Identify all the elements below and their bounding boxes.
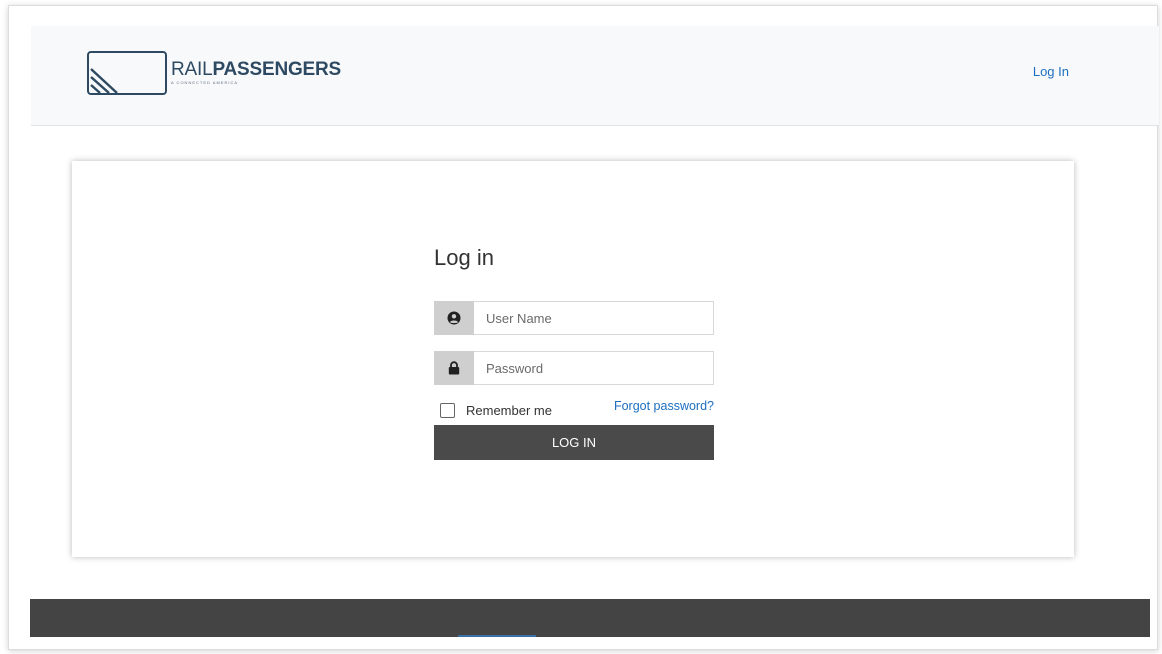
browser-frame: RAILPASSENGERS A CONNECTED AMERICA Log I… (8, 5, 1159, 650)
site-logo[interactable]: RAILPASSENGERS A CONNECTED AMERICA (87, 51, 341, 95)
password-input[interactable] (474, 351, 714, 385)
login-options: Remember me Forgot password? (434, 399, 714, 425)
username-input[interactable] (474, 301, 714, 335)
header-login-link[interactable]: Log In (1033, 64, 1069, 79)
login-button[interactable]: LOG IN (434, 425, 714, 460)
lock-icon (448, 361, 460, 375)
password-field (434, 351, 714, 385)
rail-logo-icon (87, 51, 167, 95)
site-header: RAILPASSENGERS A CONNECTED AMERICA Log I… (31, 26, 1159, 126)
site-footer (30, 599, 1150, 637)
remember-me-label: Remember me (466, 403, 552, 418)
logo-tagline: A CONNECTED AMERICA (171, 80, 239, 85)
remember-me[interactable]: Remember me (440, 403, 552, 418)
footer-accent (458, 635, 536, 637)
forgot-password-link[interactable]: Forgot password? (614, 399, 714, 413)
username-addon (434, 301, 474, 335)
logo-name-light: RAIL (171, 59, 213, 80)
logo-wordmark: RAILPASSENGERS A CONNECTED AMERICA (171, 60, 341, 85)
logo-name-bold: PASSENGERS (212, 59, 342, 80)
login-form: Log in User Name Remember me Forgot pass… (434, 245, 714, 460)
page-title: Log in (434, 245, 494, 270)
login-card: Log in User Name Remember me Forgot pass… (72, 161, 1074, 557)
user-circle-icon (447, 311, 461, 325)
password-addon (434, 351, 474, 385)
remember-me-checkbox[interactable] (440, 403, 455, 418)
username-field (434, 301, 714, 335)
logo-name: RAILPASSENGERS (171, 60, 341, 79)
